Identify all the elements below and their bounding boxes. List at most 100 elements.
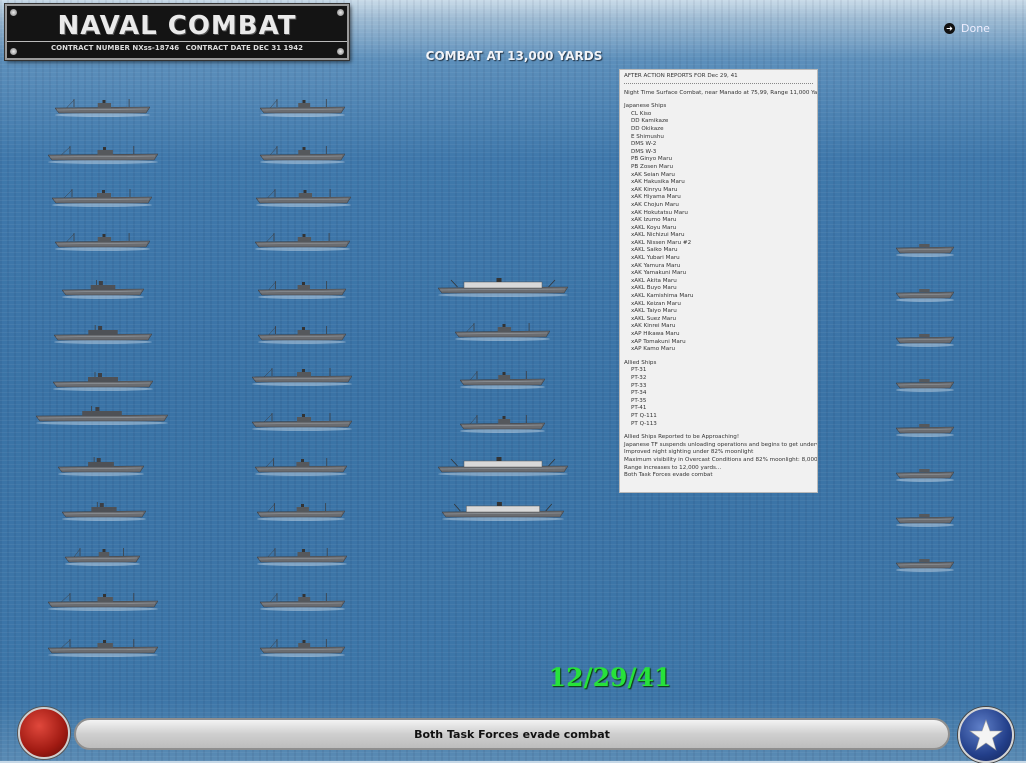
- japanese-ship-entry: xAKL Taiyo Maru: [631, 308, 677, 315]
- ship-icon[interactable]: [257, 545, 347, 567]
- ship-icon[interactable]: [258, 278, 346, 300]
- ship-icon[interactable]: [52, 186, 152, 208]
- pt-boat-icon[interactable]: [896, 416, 954, 438]
- japanese-ship-entry: xAK Izumo Maru: [631, 217, 677, 224]
- japanese-ship-entry: xAKL Buyo Maru: [631, 285, 677, 292]
- ship-icon[interactable]: [442, 500, 564, 522]
- allied-ship-entry: PT-32: [631, 374, 647, 381]
- japanese-ship-entry: xAKL Kamishima Maru: [631, 293, 694, 300]
- report-event-line: Maximum visibility in Overcast Condition…: [624, 456, 818, 463]
- ship-icon[interactable]: [260, 636, 345, 658]
- japanese-ship-entry: xAKL Saiko Maru: [631, 247, 678, 254]
- japanese-ship-entry: xAK Chojun Maru: [631, 201, 679, 208]
- ship-icon[interactable]: [257, 500, 345, 522]
- ship-icon[interactable]: [62, 278, 144, 300]
- ship-icon[interactable]: [252, 365, 352, 387]
- done-label: Done: [961, 22, 990, 35]
- ship-icon[interactable]: [55, 230, 150, 252]
- ship-icon[interactable]: [455, 320, 550, 342]
- ship-icon[interactable]: [438, 276, 568, 298]
- japanese-ship-entry: CL Kiso: [631, 110, 652, 117]
- japanese-ship-entry: DD Okikaze: [631, 125, 664, 132]
- ship-icon[interactable]: [48, 636, 158, 658]
- ship-icon[interactable]: [255, 230, 350, 252]
- report-event-line: Improved night sighting under 82% moonli…: [624, 449, 754, 456]
- japanese-ship-entry: xAKL Yubari Maru: [631, 255, 680, 262]
- combat-range-title: COMBAT AT 13,000 YARDS: [425, 49, 603, 63]
- red-action-button[interactable]: [18, 707, 70, 759]
- ship-icon[interactable]: [255, 455, 347, 477]
- ship-icon[interactable]: [58, 455, 144, 477]
- ship-icon[interactable]: [62, 500, 146, 522]
- naval-combat-plaque: NAVAL COMBAT CONTRACT NUMBER NXss-18746 …: [5, 4, 349, 60]
- report-event-line: Both Task Forces evade combat: [624, 472, 713, 479]
- japanese-ships-label: Japanese Ships: [624, 103, 667, 110]
- ship-icon[interactable]: [260, 590, 345, 612]
- report-event-line: Range increases to 12,000 yards...: [624, 464, 722, 471]
- japanese-ship-entry: PB Zosen Maru: [631, 163, 674, 170]
- japanese-ship-entry: xAK Kinrei Maru: [631, 323, 676, 330]
- japanese-ship-entry: xAK Kinryu Maru: [631, 186, 678, 193]
- allied-ship-entry: PT Q-111: [631, 412, 657, 419]
- japanese-ship-entry: xAK Hiyama Maru: [631, 194, 681, 201]
- done-button[interactable]: ➜ Done: [944, 22, 990, 35]
- ship-icon[interactable]: [252, 410, 352, 432]
- allied-ship-entry: PT Q-113: [631, 420, 657, 427]
- status-message: Both Task Forces evade combat: [414, 727, 610, 741]
- pt-boat-icon[interactable]: [896, 461, 954, 483]
- arrow-right-icon: ➜: [944, 23, 955, 34]
- ship-icon[interactable]: [438, 455, 568, 477]
- japanese-ship-entry: xAKL Suez Maru: [631, 315, 677, 322]
- ship-icon[interactable]: [460, 412, 545, 434]
- combat-date: 12/29/41: [548, 663, 672, 692]
- ship-icon[interactable]: [54, 323, 152, 345]
- ship-icon[interactable]: [36, 404, 168, 426]
- allied-star-button[interactable]: [958, 707, 1014, 763]
- page-title: NAVAL COMBAT: [57, 11, 297, 41]
- pt-boat-icon[interactable]: [896, 236, 954, 258]
- ship-icon[interactable]: [65, 545, 140, 567]
- allied-ship-entry: PT-34: [631, 390, 647, 397]
- contract-number: CONTRACT NUMBER NXss-18746: [51, 44, 180, 52]
- ship-icon[interactable]: [53, 370, 153, 392]
- ship-icon[interactable]: [260, 96, 345, 118]
- japanese-ship-entry: E Shimushu: [631, 133, 664, 140]
- ship-icon[interactable]: [460, 368, 545, 390]
- allied-ships-list: PT-31 PT-32 PT-33 PT-34 PT-35 PT-41 PT Q-111 PT…: [624, 367, 813, 428]
- japanese-ship-entry: DMS W-3: [631, 148, 657, 155]
- japanese-ship-entry: xAKL Nichizui Maru: [631, 232, 685, 239]
- ship-icon[interactable]: [260, 143, 345, 165]
- report-events-list: Allied Ships Reported to be Approaching!…: [624, 434, 818, 480]
- japanese-ship-entry: xAK Hakusika Maru: [631, 179, 685, 186]
- japanese-ship-entry: DD Kamikaze: [631, 118, 669, 125]
- report-event-line: Allied Ships Reported to be Approaching!: [624, 434, 740, 441]
- contract-info: CONTRACT NUMBER NXss-18746 CONTRACT DATE…: [7, 41, 347, 54]
- after-action-report[interactable]: AFTER ACTION REPORTS FOR Dec 29, 41 Nigh…: [619, 69, 818, 493]
- contract-date: CONTRACT DATE DEC 31 1942: [185, 44, 303, 52]
- japanese-ship-entry: xAKL Keizan Maru: [631, 300, 681, 307]
- report-header: AFTER ACTION REPORTS FOR Dec 29, 41: [624, 73, 813, 84]
- allied-ships-label: Allied Ships: [624, 359, 657, 366]
- japanese-ship-entry: xAK Seian Maru: [631, 171, 675, 178]
- ship-icon[interactable]: [258, 323, 346, 345]
- pt-boat-icon[interactable]: [896, 326, 954, 348]
- ship-icon[interactable]: [256, 186, 351, 208]
- ship-icon[interactable]: [48, 590, 158, 612]
- allied-ship-entry: PT-41: [631, 405, 647, 412]
- japanese-ships-list: CL Kiso DD Kamikaze DD Okikaze E Shimushu DM…: [624, 111, 813, 354]
- ship-icon[interactable]: [55, 96, 150, 118]
- star-icon: [969, 719, 1003, 751]
- japanese-ship-entry: PB Ginyo Maru: [631, 156, 673, 163]
- japanese-ship-entry: xAKL Akita Maru: [631, 277, 677, 284]
- pt-boat-icon[interactable]: [896, 371, 954, 393]
- japanese-ship-entry: xAK Yamura Maru: [631, 262, 681, 269]
- ship-icon[interactable]: [48, 143, 158, 165]
- status-message-bar: Both Task Forces evade combat: [74, 718, 950, 750]
- pt-boat-icon[interactable]: [896, 506, 954, 528]
- allied-ship-entry: PT-31: [631, 367, 647, 374]
- report-event-line: Japanese TF suspends unloading operation…: [624, 441, 818, 448]
- japanese-ship-entry: xAK Yamakuni Maru: [631, 270, 687, 277]
- allied-ship-entry: PT-33: [631, 382, 647, 389]
- pt-boat-icon[interactable]: [896, 551, 954, 573]
- pt-boat-icon[interactable]: [896, 281, 954, 303]
